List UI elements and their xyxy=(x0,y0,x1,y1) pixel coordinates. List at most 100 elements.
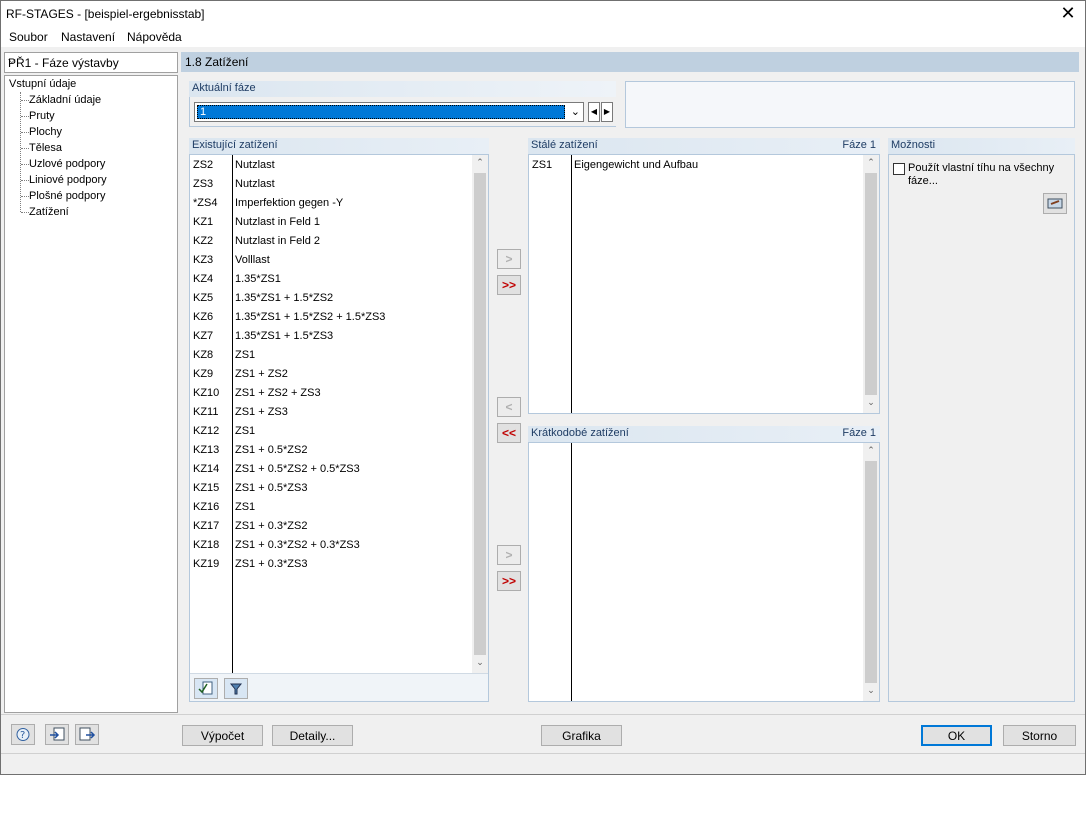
short-term-phase-label: Fáze 1 xyxy=(842,427,876,439)
chevron-down-icon: ⌄ xyxy=(570,106,580,118)
footer-divider xyxy=(1,714,1085,715)
tree-item-zatizeni[interactable]: Zatížení xyxy=(29,206,69,218)
list-item[interactable]: KZ5 1.35*ZS1 + 1.5*ZS2 xyxy=(190,289,470,308)
list-item[interactable]: *ZS4 Imperfektion gegen -Y xyxy=(190,194,470,213)
list-item[interactable]: KZ15 ZS1 + 0.5*ZS3 xyxy=(190,479,470,498)
list-item[interactable]: KZ17 ZS1 + 0.3*ZS2 xyxy=(190,517,470,536)
tree-branch xyxy=(21,132,29,133)
tree-item-plochy[interactable]: Plochy xyxy=(29,126,62,138)
list-item[interactable]: ZS3 Nutzlast xyxy=(190,175,470,194)
load-description: Nutzlast xyxy=(235,178,275,190)
load-id: KZ3 xyxy=(193,254,214,266)
scroll-up-icon[interactable]: ⌃ xyxy=(863,157,879,168)
graphics-button[interactable]: Grafika xyxy=(541,725,622,746)
list-item[interactable]: KZ16 ZS1 xyxy=(190,498,470,517)
phase-select[interactable]: 1 ⌄ xyxy=(194,102,584,122)
permanent-scrollbar[interactable]: ⌃ ⌄ xyxy=(863,155,879,413)
list-item[interactable]: KZ13 ZS1 + 0.5*ZS2 xyxy=(190,441,470,460)
list-item[interactable]: ZS2 Nutzlast xyxy=(190,156,470,175)
load-id: KZ14 xyxy=(193,463,220,475)
select-all-icon[interactable] xyxy=(194,678,218,699)
list-item[interactable]: KZ12 ZS1 xyxy=(190,422,470,441)
graphics-button-label: Grafika xyxy=(562,729,601,743)
move-all-left-button[interactable]: << xyxy=(497,423,521,443)
scroll-thumb[interactable] xyxy=(474,173,486,655)
scroll-down-icon[interactable]: ⌄ xyxy=(863,397,879,408)
short-term-loads-list[interactable]: ⌃ ⌄ xyxy=(528,442,880,702)
existing-loads-list[interactable]: ZS2 Nutzlast ZS3 Nutzlast *ZS4 Imperfektion g… xyxy=(189,154,489,702)
load-description: Eigengewicht und Aufbau xyxy=(574,159,699,171)
tree-item-liniove-podpory[interactable]: Liniové podpory xyxy=(29,174,107,186)
list-item[interactable]: KZ9 ZS1 + ZS2 xyxy=(190,365,470,384)
phase-prev-button[interactable]: ◀ xyxy=(588,102,600,122)
case-selector[interactable]: PŘ1 - Fáze výstavby ⌵ xyxy=(4,52,178,73)
list-item[interactable]: KZ2 Nutzlast in Feld 2 xyxy=(190,232,470,251)
list-item[interactable]: KZ4 1.35*ZS1 xyxy=(190,270,470,289)
export-icon[interactable] xyxy=(45,724,69,745)
list-item[interactable]: KZ3 Volllast xyxy=(190,251,470,270)
import-icon[interactable] xyxy=(75,724,99,745)
tree-branch xyxy=(21,180,29,181)
load-description: 1.35*ZS1 xyxy=(235,273,281,285)
edit-options-icon[interactable] xyxy=(1043,193,1067,214)
filter-icon[interactable] xyxy=(224,678,248,699)
tree-item-telesa[interactable]: Tělesa xyxy=(29,142,62,154)
move-left-button[interactable]: < xyxy=(497,397,521,417)
calculate-button[interactable]: Výpočet xyxy=(182,725,263,746)
list-item[interactable]: KZ19 ZS1 + 0.3*ZS3 xyxy=(190,555,470,574)
details-button[interactable]: Detaily... xyxy=(272,725,353,746)
move-right-short-button[interactable]: > xyxy=(497,545,521,565)
tree-branch xyxy=(21,164,29,165)
load-description: ZS1 + ZS3 xyxy=(235,406,288,418)
tree-item-pruty[interactable]: Pruty xyxy=(29,110,55,122)
self-weight-checkbox[interactable] xyxy=(893,163,905,175)
scroll-thumb[interactable] xyxy=(865,461,877,683)
load-description: Nutzlast in Feld 2 xyxy=(235,235,320,247)
permanent-loads-list[interactable]: ZS1 Eigengewicht und Aufbau ⌃ ⌄ xyxy=(528,154,880,414)
list-item[interactable]: KZ10 ZS1 + ZS2 + ZS3 xyxy=(190,384,470,403)
short-term-scrollbar[interactable]: ⌃ ⌄ xyxy=(863,443,879,701)
load-description: Nutzlast in Feld 1 xyxy=(235,216,320,228)
list-item[interactable]: KZ7 1.35*ZS1 + 1.5*ZS3 xyxy=(190,327,470,346)
load-id: KZ18 xyxy=(193,539,220,551)
scroll-thumb[interactable] xyxy=(865,173,877,395)
move-right-button[interactable]: > xyxy=(497,249,521,269)
app-window: RF-STAGES - [beispiel-ergebnisstab] ✕ So… xyxy=(0,0,1086,775)
tree-branch xyxy=(21,116,29,117)
tree-root-vstupni-udaje[interactable]: Vstupní údaje xyxy=(9,78,76,90)
tree-item-uzlove-podpory[interactable]: Uzlové podpory xyxy=(29,158,105,170)
move-all-right-button[interactable]: >> xyxy=(497,275,521,295)
load-id: KZ2 xyxy=(193,235,214,247)
scroll-down-icon[interactable]: ⌄ xyxy=(472,657,488,668)
close-button[interactable]: ✕ xyxy=(1057,4,1079,24)
load-id: *ZS4 xyxy=(193,197,218,209)
list-item[interactable]: KZ11 ZS1 + ZS3 xyxy=(190,403,470,422)
list-item[interactable]: KZ18 ZS1 + 0.3*ZS2 + 0.3*ZS3 xyxy=(190,536,470,555)
column-divider xyxy=(571,443,572,701)
load-id: KZ11 xyxy=(193,406,219,418)
list-item[interactable]: KZ8 ZS1 xyxy=(190,346,470,365)
load-id: ZS3 xyxy=(193,178,214,190)
move-all-right-short-button[interactable]: >> xyxy=(497,571,521,591)
menu-napoveda[interactable]: Nápověda xyxy=(127,30,182,44)
scroll-up-icon[interactable]: ⌃ xyxy=(863,445,879,456)
list-item[interactable]: KZ14 ZS1 + 0.5*ZS2 + 0.5*ZS3 xyxy=(190,460,470,479)
ok-button[interactable]: OK xyxy=(921,725,992,746)
list-item[interactable]: ZS1 Eigengewicht und Aufbau xyxy=(529,156,861,175)
scroll-up-icon[interactable]: ⌃ xyxy=(472,157,488,168)
tree-item-zakladni-udaje[interactable]: Základní údaje xyxy=(29,94,101,106)
menu-soubor[interactable]: Soubor xyxy=(9,30,48,44)
load-id: KZ10 xyxy=(193,387,220,399)
menu-nastaveni[interactable]: Nastavení xyxy=(61,30,115,44)
help-icon[interactable]: ? xyxy=(11,724,35,745)
list-item[interactable]: KZ1 Nutzlast in Feld 1 xyxy=(190,213,470,232)
list-item[interactable]: KZ6 1.35*ZS1 + 1.5*ZS2 + 1.5*ZS3 xyxy=(190,308,470,327)
scroll-down-icon[interactable]: ⌄ xyxy=(863,685,879,696)
existing-scrollbar[interactable]: ⌃ ⌄ xyxy=(472,155,488,673)
phase-next-button[interactable]: ▶ xyxy=(601,102,613,122)
permanent-loads-label: Stálé zatížení xyxy=(531,139,598,151)
tree-item-plosne-podpory[interactable]: Plošné podpory xyxy=(29,190,105,202)
options-panel: Použít vlastní tíhu na všechny fáze... xyxy=(888,154,1075,702)
cancel-button[interactable]: Storno xyxy=(1003,725,1076,746)
chevron-down-icon: ⌵ xyxy=(8,55,16,66)
